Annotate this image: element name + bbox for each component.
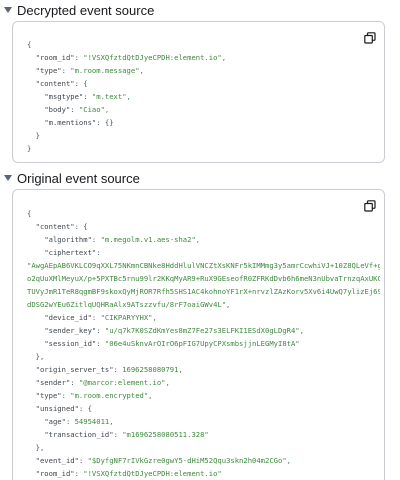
json-line: dDSG2wYEu6ZitlqUQHRaAlx9ATszzvfu/8rF7oai… xyxy=(27,300,231,309)
json-line: "event_id": "$DyfgNF7rIVkGzre0gwY5-dHiM5… xyxy=(35,456,291,465)
decrypted-section-toggle[interactable]: Decrypted event source xyxy=(4,1,154,19)
decrypted-section-title: Decrypted event source xyxy=(17,2,155,18)
json-line: "room_id": "!VSXQfztdQtDJyeCPDH:element.… xyxy=(35,469,222,478)
original-section-title: Original event source xyxy=(17,170,140,186)
json-line: "msgtype": "m.text", xyxy=(44,92,131,101)
json-line: "sender_key": "u/q7k7K0SZdKmYes8mZ7Fe27s… xyxy=(44,326,304,335)
json-line: "ciphertext": xyxy=(44,248,101,257)
json-line: "m.mentions": {} xyxy=(44,118,114,127)
json-line: "age": 54954011, xyxy=(44,417,114,426)
original-source-box: { "content": { "algorithm": "m.megolm.v1… xyxy=(12,189,385,480)
original-section-toggle[interactable]: Original event source xyxy=(4,169,140,187)
json-line: "AwgAEpAB6VKLCO9qXXL75NKmnCBNke8HddHlulV… xyxy=(27,261,380,270)
json-line: "unsigned": { xyxy=(35,404,92,413)
decrypted-source-box: { "room_id": "!VSXQfztdQtDJyeCPDH:elemen… xyxy=(12,21,385,163)
json-line: { xyxy=(27,40,32,49)
json-line: TUVyJmR1TeR8qgmBF9skoxQyMjROR7Rfh5SHS1AC… xyxy=(27,287,380,296)
json-line: { xyxy=(27,209,32,218)
triangle-down-icon xyxy=(4,7,12,13)
json-line: "type": "m.room.encrypted", xyxy=(35,391,153,400)
json-line: }, xyxy=(27,443,45,452)
json-line: "body": "Ciao", xyxy=(44,105,110,114)
json-line: } xyxy=(27,131,40,140)
json-line: "sender": "@marcor:element.io", xyxy=(35,378,170,387)
json-line: "type": "m.room.message", xyxy=(35,66,144,75)
json-line: "content": { xyxy=(35,79,88,88)
json-line: "transaction_id": "m1696258080511.328" xyxy=(44,430,209,439)
json-line: "algorithm": "m.megolm.v1.aes-sha2", xyxy=(44,235,201,244)
json-line: } xyxy=(27,144,32,153)
triangle-down-icon xyxy=(4,175,12,181)
json-line: "content": { xyxy=(35,222,88,231)
json-line: "origin_server_ts": 1696258080791, xyxy=(35,365,183,374)
original-json: { "content": { "algorithm": "m.megolm.v1… xyxy=(27,207,380,480)
json-line: }, xyxy=(27,352,45,361)
decrypted-json: { "room_id": "!VSXQfztdQtDJyeCPDH:elemen… xyxy=(27,38,376,155)
json-line: "device_id": "CIKPARYYHX", xyxy=(44,313,157,322)
json-line: o2qUuXMlMeyuX/p+5PXTBc5rnu99lr2KKqMyAR9+… xyxy=(27,274,380,283)
json-line: "session_id": "06e4uSknvArOIrO6pFIG7UpyC… xyxy=(44,339,300,348)
json-line: "room_id": "!VSXQfztdQtDJyeCPDH:element.… xyxy=(35,53,227,62)
